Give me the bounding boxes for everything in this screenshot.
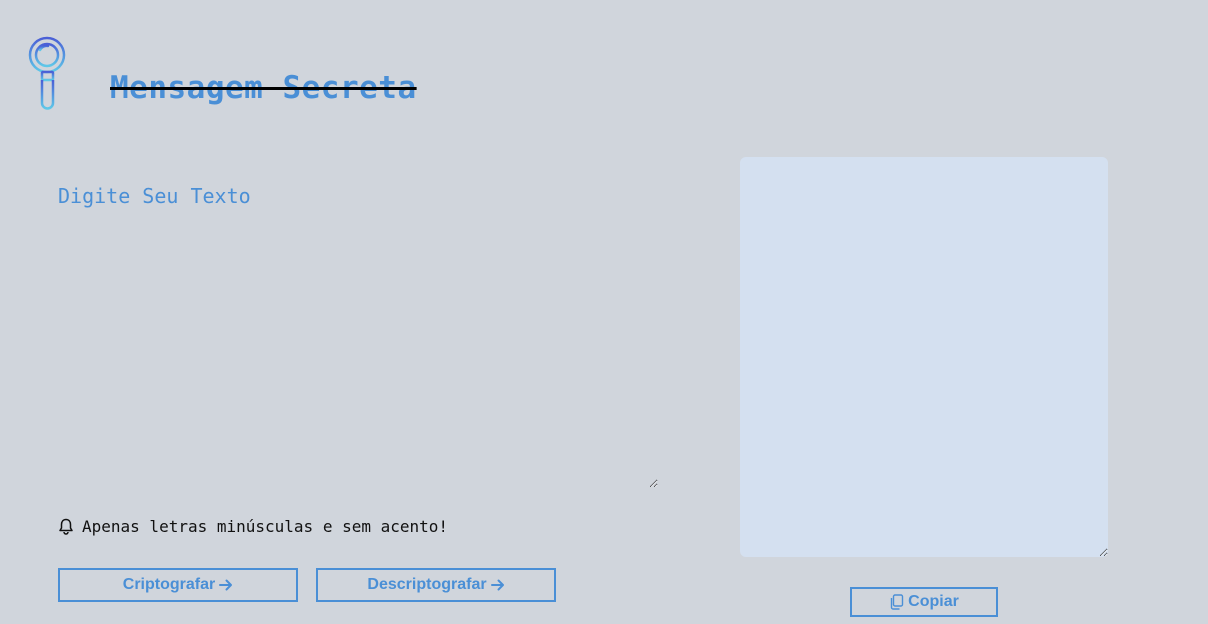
page-title: Mensagem Secreta bbox=[110, 70, 417, 106]
decrypt-button[interactable]: Descriptografar bbox=[316, 568, 556, 602]
page: Mensagem Secreta Apenas letras minúscula… bbox=[0, 0, 1208, 624]
magnifying-glass-icon bbox=[28, 36, 66, 110]
copy-icon bbox=[890, 594, 904, 610]
decrypt-button-label: Descriptografar bbox=[367, 576, 487, 593]
notice-text: Apenas letras minúsculas e sem acento! bbox=[82, 517, 449, 536]
notice: Apenas letras minúsculas e sem acento! bbox=[58, 517, 448, 536]
bell-icon bbox=[59, 518, 73, 535]
encrypt-button[interactable]: Criptografar bbox=[58, 568, 298, 602]
copy-button-label: Copiar bbox=[908, 593, 959, 610]
encrypt-button-label: Criptografar bbox=[122, 576, 216, 593]
result-output[interactable] bbox=[740, 157, 1108, 557]
arrow-right-icon bbox=[490, 579, 504, 591]
copy-button[interactable]: Copiar bbox=[850, 587, 998, 617]
arrow-right-icon bbox=[219, 579, 233, 591]
message-input[interactable] bbox=[58, 184, 658, 488]
